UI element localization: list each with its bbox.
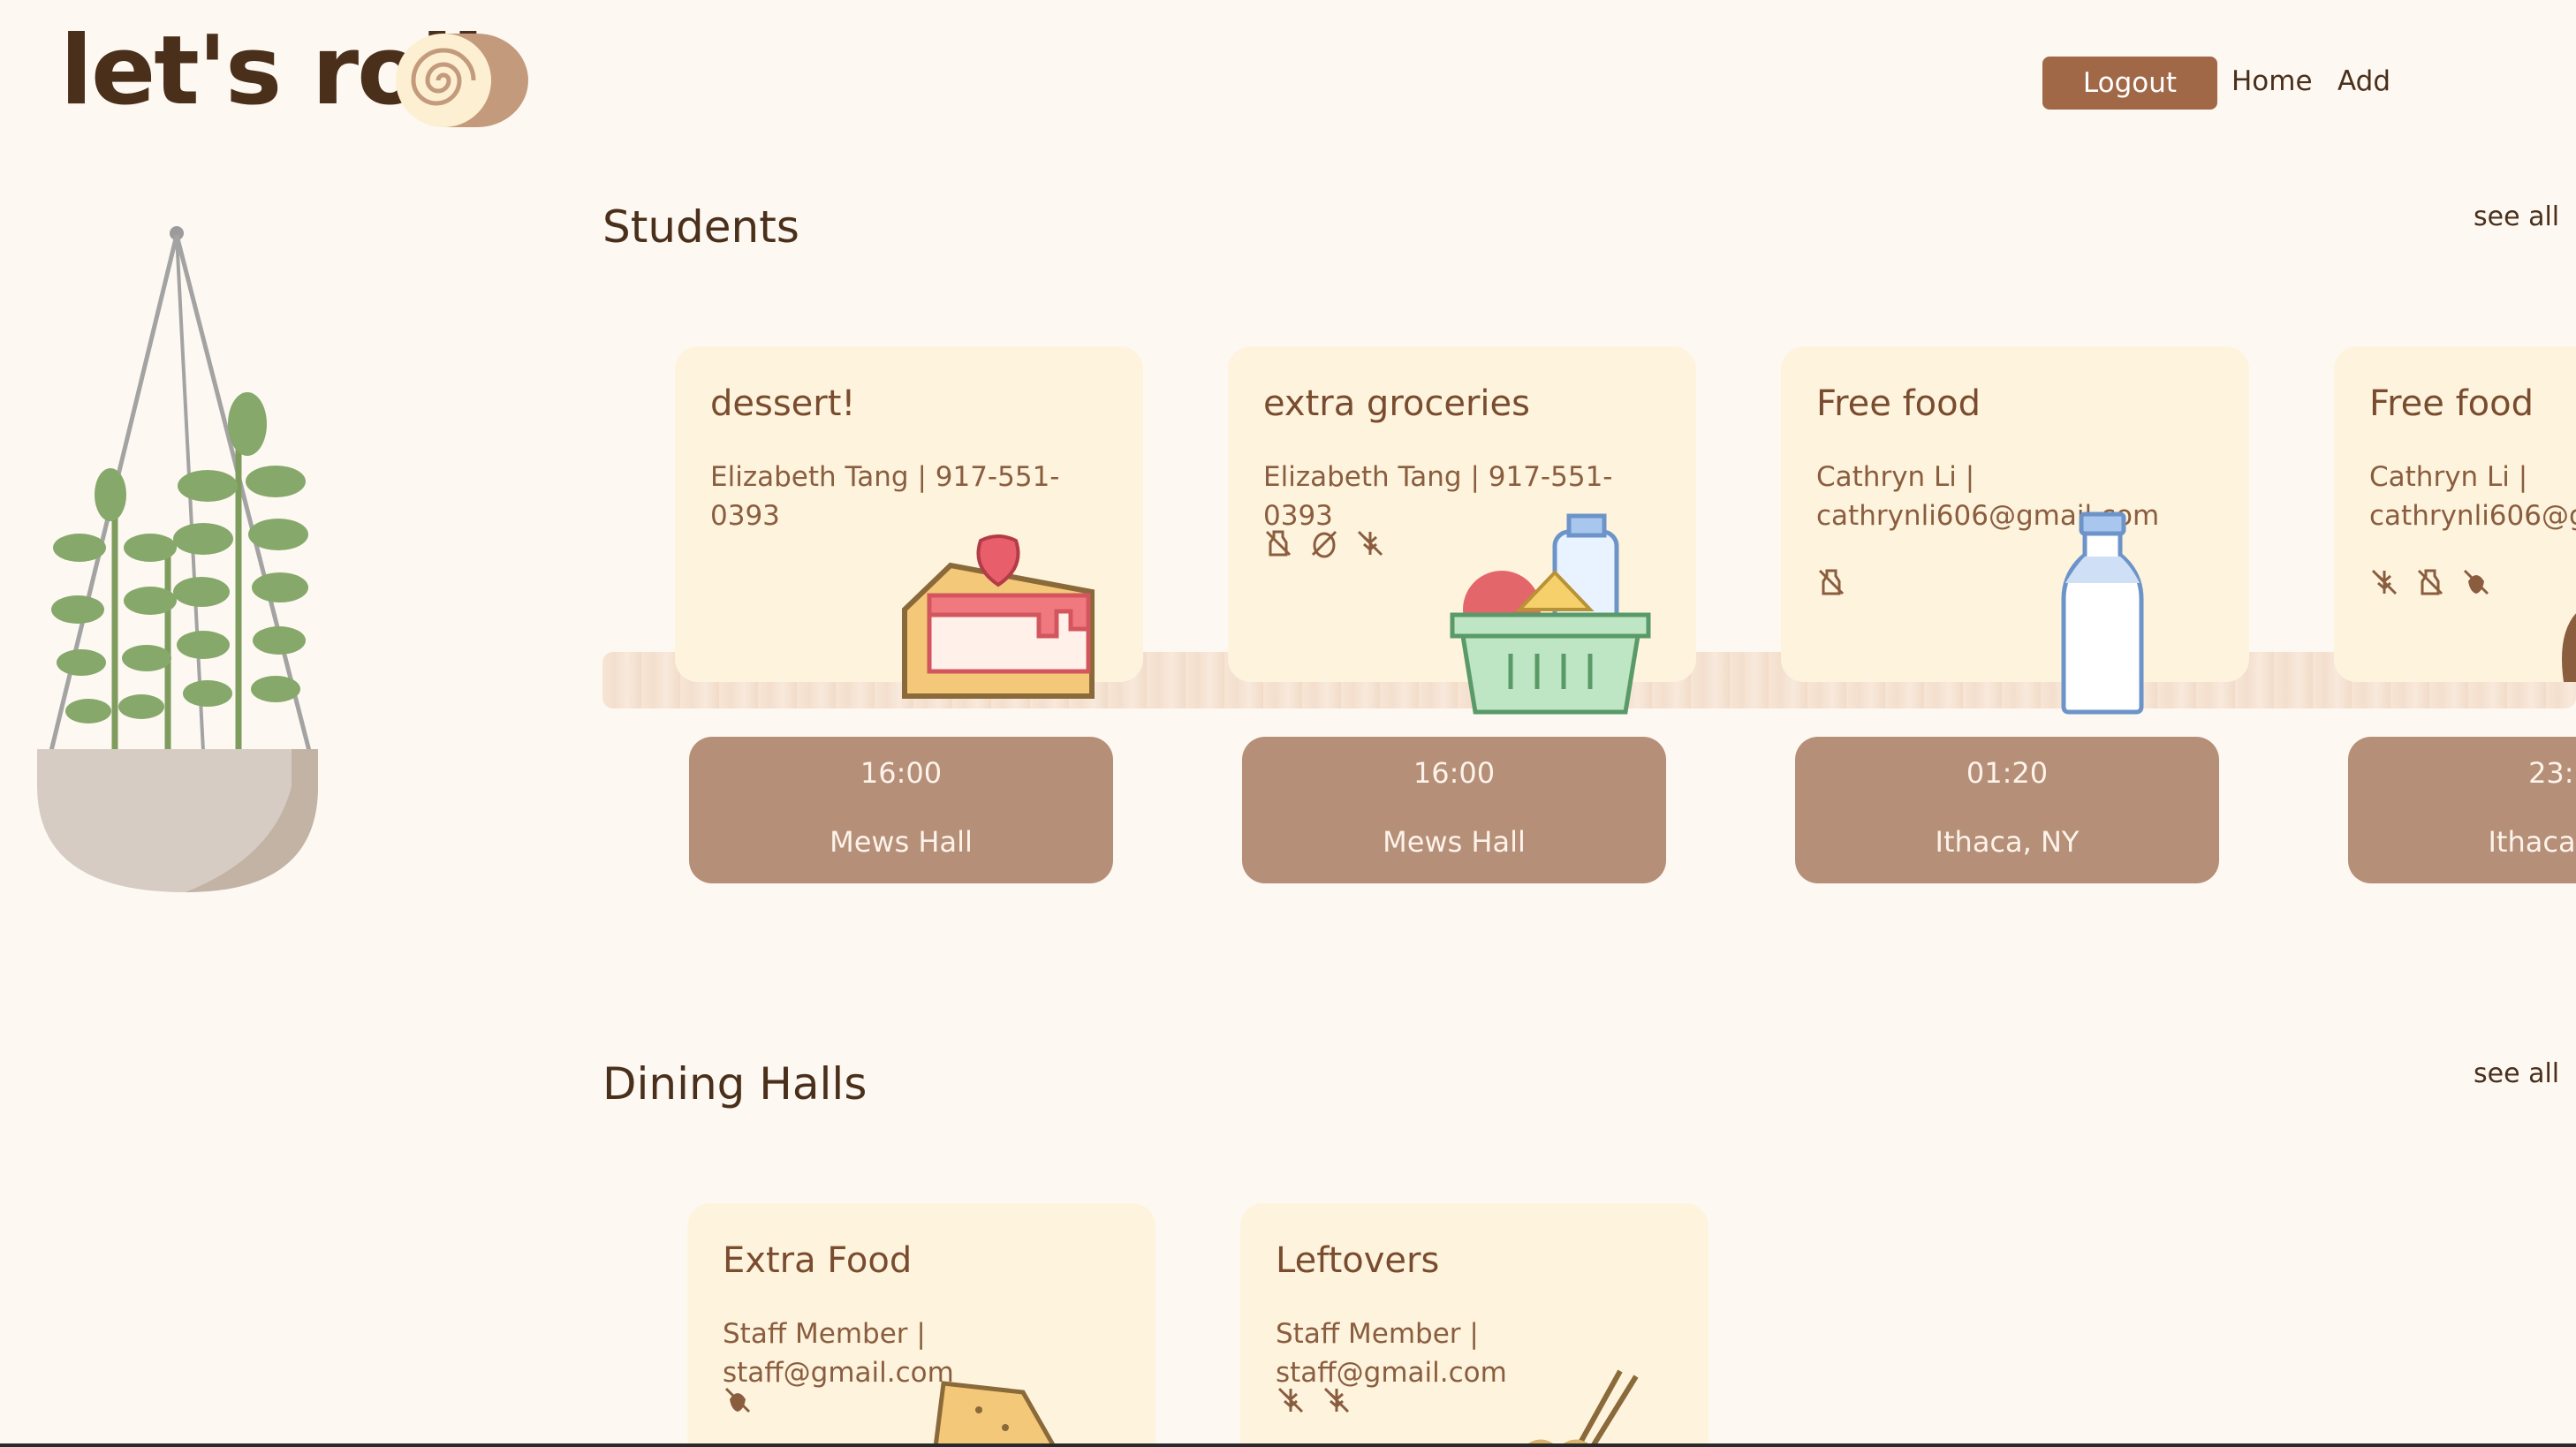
no-gluten-icon: [2371, 569, 2398, 595]
nav-home-link[interactable]: Home: [2231, 65, 2313, 97]
pickup-time: 16:00: [860, 756, 943, 790]
no-nut-icon: [724, 1387, 751, 1413]
pickup-location: Mews Hall: [830, 825, 973, 859]
no-gluten-icon: [1277, 1387, 1304, 1413]
nav-add-link[interactable]: Add: [2337, 65, 2390, 97]
pickup-location: Mews Hall: [1383, 825, 1526, 859]
card-contact: Cathryn Li | cathrynli606@gmail.com: [2369, 461, 2576, 532]
food-card[interactable]: Free food Cathryn Li | cathrynli606@gmai…: [1781, 346, 2249, 682]
cheesecake-icon: [902, 534, 1095, 699]
no-gluten-icon: [1323, 1387, 1350, 1413]
pickup-time: 16:00: [1413, 756, 1496, 790]
no-egg-icon: [1311, 530, 1337, 558]
time-location-pill[interactable]: 16:00 Mews Hall: [689, 737, 1113, 883]
hanging-plant-illustration: [37, 226, 318, 892]
students-see-all-link[interactable]: see all: [2474, 201, 2559, 232]
bottom-divider: [0, 1443, 2576, 1447]
bowl-icon: [2562, 613, 2576, 682]
card-contact: Cathryn Li | cathrynli606@gmail.com: [1816, 461, 2160, 532]
dining-see-all-link[interactable]: see all: [2474, 1058, 2559, 1089]
pickup-time: 01:20: [1966, 756, 2049, 790]
milk-bottle-icon: [2061, 511, 2144, 715]
no-dairy-icon: [2417, 569, 2443, 595]
card-title: Extra Food: [723, 1240, 913, 1281]
grocery-basket-icon: [1450, 513, 1651, 715]
cinnamon-roll-logo-icon: [396, 34, 528, 127]
time-location-pill[interactable]: 23:5 Ithaca, Ne: [2348, 737, 2576, 883]
card-title: Leftovers: [1276, 1240, 1440, 1281]
card-title: Free food: [2369, 383, 2534, 424]
dining-section-title: Dining Halls: [602, 1058, 868, 1110]
food-card[interactable]: Extra Food Staff Member | staff@gmail.co…: [687, 1203, 1155, 1447]
food-card[interactable]: Leftovers Staff Member | staff@gmail.com: [1240, 1203, 1708, 1447]
card-title: extra groceries: [1263, 383, 1530, 424]
logout-button[interactable]: Logout: [2042, 57, 2217, 110]
time-location-pill[interactable]: 01:20 Ithaca, NY: [1795, 737, 2219, 883]
card-title: dessert!: [710, 383, 856, 424]
no-gluten-icon: [1357, 530, 1383, 557]
pickup-location: Ithaca, Ne: [2488, 825, 2576, 859]
card-contact: Elizabeth Tang | 917-551-0393: [710, 461, 1060, 532]
no-dairy-icon: [1265, 530, 1292, 557]
no-dairy-icon: [1818, 569, 1845, 595]
noodles-chopsticks-icon: [1523, 1369, 1639, 1447]
food-card[interactable]: Free food Cathryn Li | cathrynli606@gmai…: [2334, 346, 2576, 682]
nachos-icon: [933, 1381, 1057, 1447]
pickup-location: Ithaca, NY: [1935, 825, 2080, 859]
card-title: Free food: [1816, 383, 1981, 424]
time-location-pill[interactable]: 16:00 Mews Hall: [1242, 737, 1666, 883]
pickup-time: 23:5: [2528, 756, 2576, 790]
students-section-title: Students: [602, 201, 799, 253]
no-nut-icon: [2463, 569, 2489, 595]
